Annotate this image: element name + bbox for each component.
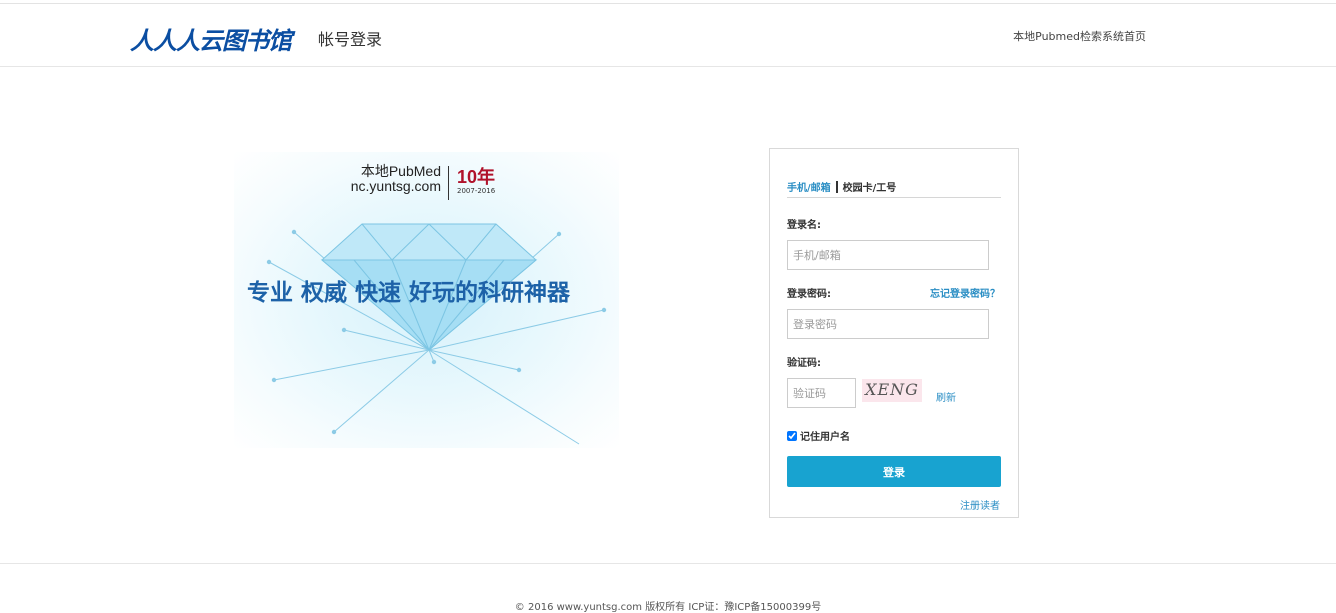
remember-checkbox[interactable]: [787, 430, 797, 441]
banner-slogan: 专业 权威 快速 好玩的科研神器: [247, 280, 571, 306]
register-link[interactable]: 注册读者: [960, 497, 1000, 512]
login-button[interactable]: 登录: [787, 456, 1001, 487]
banner-year-range: 2007-2016: [457, 187, 496, 195]
password-input[interactable]: [787, 309, 989, 339]
tab-separator: [835, 181, 838, 193]
page-title: 帐号登录: [318, 30, 383, 49]
remember-username[interactable]: 记住用户名: [787, 428, 850, 443]
forgot-password-link[interactable]: 忘记登录密码？: [930, 285, 1000, 300]
banner-name-line2: nc.yuntsg.com: [350, 178, 441, 194]
tab-campus-card[interactable]: 校园卡/工号: [843, 183, 897, 194]
password-label: 登录密码:: [787, 289, 831, 300]
captcha-input[interactable]: [787, 378, 856, 408]
banner-divider: [448, 166, 449, 200]
banner-years: 10年: [457, 167, 496, 187]
site-logo[interactable]: 人人人云图书馆: [130, 21, 292, 56]
login-panel: 手机/邮箱 校园卡/工号 登录名: 登录密码: 忘记登录密码？ 验证码: XENG…: [769, 148, 1019, 518]
banner-name-line1: 本地PubMed: [360, 163, 441, 179]
username-label: 登录名:: [787, 220, 821, 231]
home-link[interactable]: 本地Pubmed检索系统首页: [1013, 28, 1146, 44]
captcha-image[interactable]: XENG: [862, 379, 922, 402]
captcha-refresh-link[interactable]: 刷新: [936, 389, 956, 404]
remember-label: 记住用户名: [800, 432, 850, 443]
header: 人人人云图书馆 帐号登录 本地Pubmed检索系统首页: [0, 4, 1336, 67]
username-input[interactable]: [787, 240, 989, 270]
login-tabs: 手机/邮箱 校园卡/工号: [787, 179, 1001, 198]
tab-phone-email[interactable]: 手机/邮箱: [787, 183, 831, 194]
banner-product-name: 本地PubMed nc.yuntsg.com: [234, 164, 441, 194]
footer-divider: [0, 563, 1336, 564]
captcha-label: 验证码:: [787, 358, 821, 369]
footer-copyright: © 2016 www.yuntsg.com 版权所有 ICP证：豫ICP备150…: [514, 602, 822, 613]
promo-banner: 本地PubMed nc.yuntsg.com 10年 2007-2016 专业 …: [234, 152, 619, 448]
